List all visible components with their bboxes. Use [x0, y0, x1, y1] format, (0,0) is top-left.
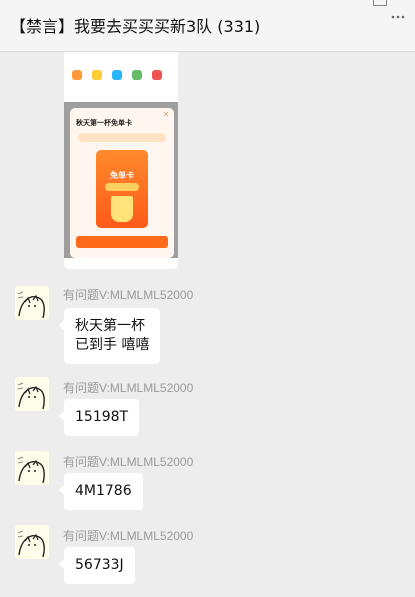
- chat-title: 【禁言】我要去买买买新3队 (331): [10, 17, 261, 36]
- coupon-modal: ✕ 秋天第一杯免单卡 免单卡: [70, 108, 174, 258]
- message-text: 秋天第一杯: [75, 318, 145, 334]
- sender-name: 有问题V:MLMLML52000: [63, 381, 194, 395]
- drink-cup-icon: [111, 196, 133, 222]
- cat-doodle-icon: [15, 451, 49, 485]
- avatar[interactable]: [15, 377, 49, 411]
- sender-name: 有问题V:MLMLML52000: [63, 455, 194, 469]
- screenshot-nav-bar: [64, 258, 178, 269]
- screenshot-app-bar: [64, 52, 178, 66]
- card-title: 免单卡: [110, 171, 134, 180]
- message-bubble[interactable]: 15198T: [58, 399, 140, 436]
- free-coupon-card: 免单卡: [96, 150, 148, 228]
- avatar[interactable]: [15, 286, 49, 320]
- message-bubble[interactable]: 4M1786: [59, 473, 143, 510]
- message-bubble[interactable]: 秋天第一杯 已到手 嘻嘻: [58, 308, 161, 364]
- avatar[interactable]: [15, 451, 49, 485]
- message-text: 已到手 嘻嘻: [75, 337, 150, 353]
- image-message[interactable]: ✕ 秋天第一杯免单卡 免单卡: [64, 52, 178, 269]
- modal-subtitle-pill: [78, 133, 166, 142]
- sender-name: 有问题V:MLMLML52000: [63, 529, 194, 543]
- screenshot-icon-grid: [64, 66, 178, 102]
- sender-name: 有问题V:MLMLML52000: [63, 288, 194, 302]
- message-text: 15198T: [75, 409, 129, 425]
- chat-header: 【禁言】我要去买买买新3队 (331): [0, 0, 415, 52]
- message-text: 56733J: [75, 557, 124, 573]
- close-icon: ✕: [162, 110, 170, 119]
- avatar[interactable]: [15, 525, 49, 559]
- pin-icon[interactable]: [373, 0, 387, 6]
- card-price-pill: [105, 183, 139, 191]
- modal-cta-bar: [76, 236, 168, 248]
- more-icon[interactable]: [389, 8, 407, 26]
- message-bubble[interactable]: 56733J: [59, 547, 135, 584]
- modal-title: 秋天第一杯免单卡: [76, 119, 132, 127]
- cat-doodle-icon: [15, 377, 49, 411]
- message-text: 4M1786: [75, 483, 132, 499]
- cat-doodle-icon: [15, 286, 49, 320]
- cat-doodle-icon: [15, 525, 49, 559]
